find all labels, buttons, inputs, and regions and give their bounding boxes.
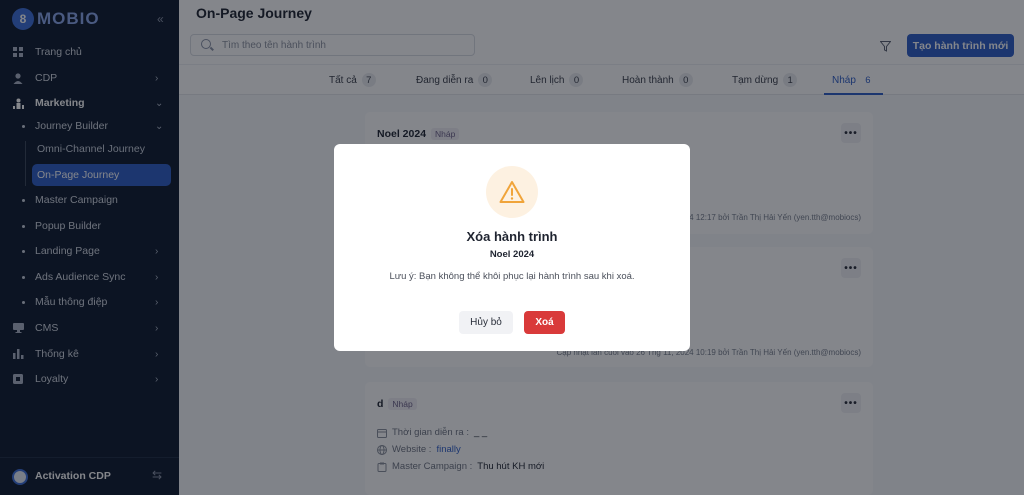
delete-button[interactable]: Xoá (524, 311, 565, 334)
dialog-title: Xóa hành trình (466, 229, 558, 244)
delete-journey-dialog: Xóa hành trình Noel 2024 Lưu ý: Bạn khôn… (334, 144, 690, 351)
cancel-button[interactable]: Hủy bỏ (459, 311, 513, 334)
dialog-subtitle: Noel 2024 (489, 249, 535, 260)
dialog-note: Lưu ý: Bạn không thể khôi phục lại hành … (389, 271, 635, 282)
warning-icon (486, 166, 538, 218)
